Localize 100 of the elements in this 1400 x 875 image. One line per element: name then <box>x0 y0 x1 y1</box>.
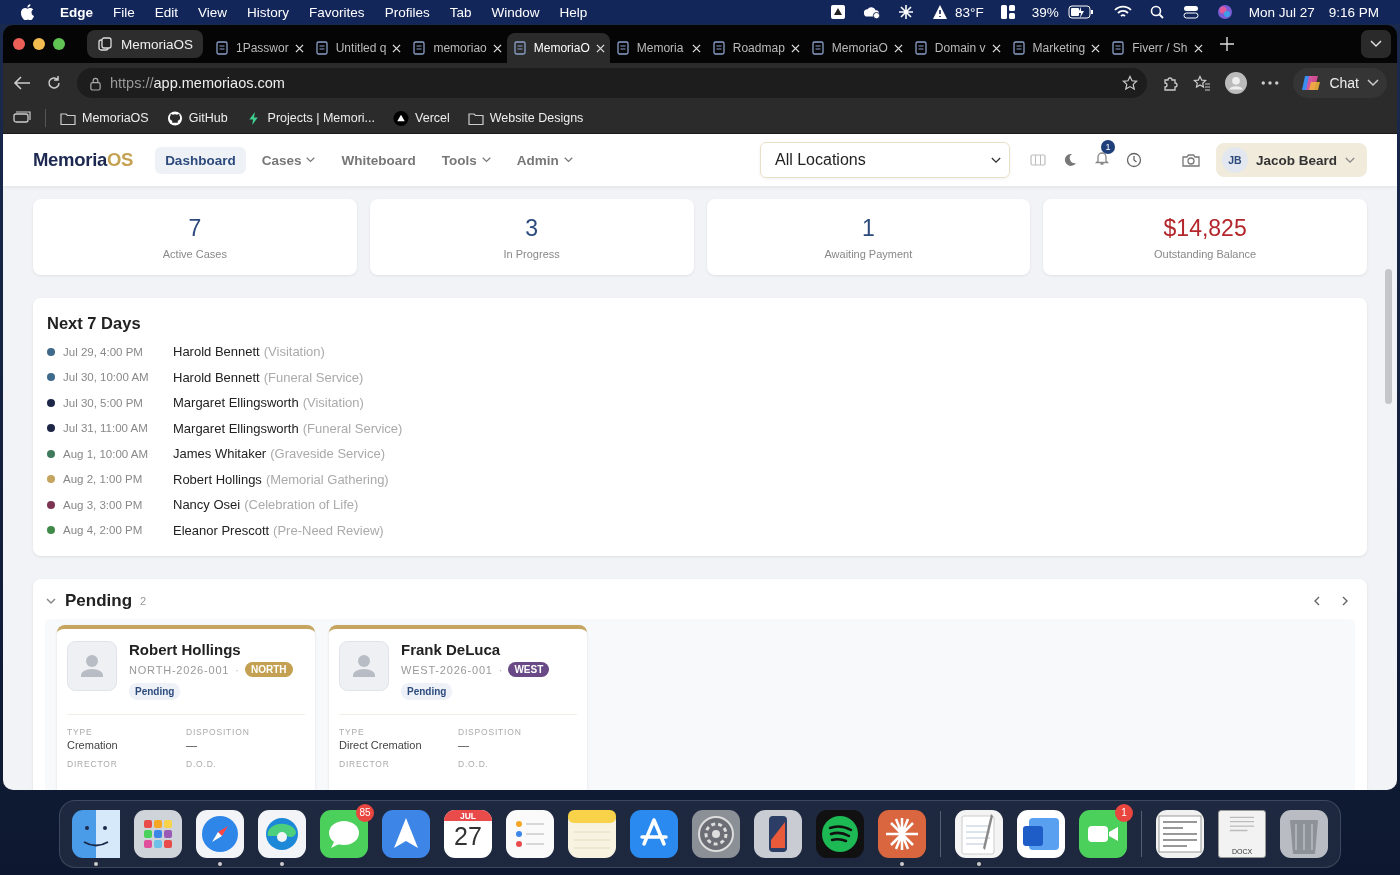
clock-icon[interactable] <box>1125 152 1142 168</box>
event-name[interactable]: Margaret Ellingsworth <box>173 395 299 411</box>
close-icon[interactable] <box>691 43 701 53</box>
nav-tab[interactable]: Whiteboard <box>331 146 426 174</box>
browser-tab[interactable]: Domain v <box>907 33 1006 63</box>
browser-tab[interactable]: Untitled q <box>308 33 407 63</box>
nav-tab[interactable]: Cases <box>251 146 326 174</box>
scrollbar-thumb[interactable] <box>1385 269 1392 404</box>
close-icon[interactable] <box>991 43 1001 53</box>
menu-bar-date[interactable]: Mon Jul 27 <box>1248 4 1315 20</box>
face-icon[interactable] <box>72 810 120 858</box>
previous-icon[interactable] <box>1313 595 1321 607</box>
menu-bar-time[interactable]: 9:16 PM <box>1328 4 1379 20</box>
event-name[interactable]: Harold Bennett <box>173 369 260 385</box>
back-icon[interactable] <box>13 75 31 91</box>
speech-bubble-icon[interactable] <box>320 810 368 858</box>
menu-item[interactable]: History <box>239 4 298 20</box>
menu-item[interactable]: Favorites <box>301 4 373 20</box>
close-icon[interactable] <box>492 43 502 53</box>
location-select[interactable]: All Locations <box>759 142 1010 178</box>
close-icon[interactable] <box>1193 43 1203 53</box>
app-logo[interactable]: MemoriaOS <box>33 149 134 171</box>
browser-tab[interactable]: Fiverr / Sh <box>1105 33 1208 63</box>
address-bar[interactable]: https://app.memoriaos.com <box>77 68 1148 98</box>
browser-tab[interactable]: Roadmap <box>705 33 805 63</box>
menu-item[interactable]: Help <box>551 4 596 20</box>
event-name[interactable]: James Whitaker <box>173 446 267 462</box>
event-name[interactable]: Margaret Ellingsworth <box>173 420 299 436</box>
close-icon[interactable] <box>790 43 800 53</box>
layout-icon[interactable] <box>998 4 1017 20</box>
bookmark[interactable]: Vercel <box>393 110 450 126</box>
browser-tab[interactable]: Memoria <box>609 33 706 63</box>
favorites-icon[interactable] <box>1193 75 1212 91</box>
trash-icon[interactable] <box>1280 810 1328 858</box>
event-name[interactable]: Eleanor Prescott <box>173 522 270 538</box>
pencil-paper-icon[interactable] <box>955 810 1003 858</box>
close-icon[interactable] <box>392 43 402 53</box>
bell-icon[interactable] <box>1093 150 1110 166</box>
event-name[interactable]: Robert Hollings <box>173 471 262 487</box>
case-card[interactable]: Robert Hollings NORTH-2026-001 · NORTH Pending TYPE Cremation DISPOSITION — DIRECTOR D.O.D. <box>57 625 315 790</box>
notepad-icon[interactable] <box>568 810 616 858</box>
calendar-icon[interactable]: JUL 27 <box>444 810 492 858</box>
cloud-icon[interactable] <box>862 4 881 20</box>
toggle-icon[interactable] <box>1181 4 1200 20</box>
close-icon[interactable] <box>294 43 304 53</box>
menu-item[interactable]: Window <box>483 4 548 20</box>
phone-icon[interactable] <box>754 810 802 858</box>
menu-item[interactable]: Profiles <box>376 4 438 20</box>
bookmark[interactable]: GitHub <box>166 110 228 126</box>
star-icon[interactable] <box>1121 75 1140 91</box>
reload-icon[interactable] <box>45 75 63 91</box>
user-menu[interactable]: JB Jacob Beard <box>1215 143 1367 177</box>
bookmark[interactable]: Website Designs <box>467 110 584 126</box>
checklist-icon[interactable] <box>506 810 554 858</box>
browser-tab[interactable]: MemoriaO <box>506 33 610 63</box>
menu-item[interactable]: View <box>190 4 236 20</box>
app-grid-icon[interactable] <box>134 810 182 858</box>
wifi-icon[interactable] <box>1113 4 1132 20</box>
case-card[interactable]: Frank DeLuca WEST-2026-001 · WEST Pending TYPE Direct Cremation DISPOSITION — DIRECTOR D.O.D. <box>329 625 587 790</box>
orb-icon[interactable] <box>1215 4 1234 20</box>
bookmark[interactable]: MemoriaOS <box>60 110 149 126</box>
battery-icon[interactable] <box>1067 5 1094 19</box>
menu-item[interactable]: Tab <box>441 4 480 20</box>
puzzle-icon[interactable] <box>1161 75 1180 91</box>
nav-tab[interactable]: Admin <box>506 146 583 174</box>
menu-item[interactable]: Edge <box>52 4 101 20</box>
compass-icon[interactable] <box>196 810 244 858</box>
apple-icon[interactable] <box>20 4 34 20</box>
video-camera-icon[interactable] <box>1079 810 1127 858</box>
new-tab-icon[interactable] <box>1219 37 1234 51</box>
warning-icon[interactable] <box>930 4 949 20</box>
chevron-icon[interactable] <box>45 595 57 607</box>
menu-item[interactable]: File <box>105 4 143 20</box>
browser-tab[interactable]: Marketing <box>1005 33 1106 63</box>
tabs-icon[interactable] <box>13 110 31 126</box>
tab-list-button[interactable] <box>1361 30 1391 58</box>
menu-item[interactable]: Edit <box>146 4 187 20</box>
paper-plane-icon[interactable] <box>382 810 430 858</box>
sound-waves-icon[interactable] <box>816 810 864 858</box>
camera-icon[interactable] <box>1181 152 1200 168</box>
close-icon[interactable] <box>893 43 903 53</box>
close-icon[interactable] <box>1091 43 1101 53</box>
workspace-button[interactable]: MemoriaOS <box>87 30 203 58</box>
swirl-icon[interactable] <box>258 810 306 858</box>
window-controls-drawing[interactable] <box>13 38 67 50</box>
drive-icon[interactable] <box>828 4 847 20</box>
browser-tab[interactable]: MemoriaO <box>804 33 908 63</box>
event-name[interactable]: Nancy Osei <box>173 497 241 513</box>
browser-tab[interactable]: 1Passwor <box>209 33 309 63</box>
browser-tab[interactable]: memoriao <box>406 33 507 63</box>
chat-button[interactable]: Chat <box>1293 68 1387 98</box>
bookmark[interactable]: Projects | Memori... <box>245 110 376 126</box>
nav-tab[interactable]: Dashboard <box>155 146 246 174</box>
gear-icon[interactable] <box>692 810 740 858</box>
starburst-icon[interactable] <box>896 4 915 20</box>
nav-tab[interactable]: Tools <box>431 146 501 174</box>
event-name[interactable]: Harold Bennett <box>173 344 260 360</box>
starburst-icon[interactable] <box>878 810 926 858</box>
document-thumbnail-icon[interactable] <box>1156 810 1204 858</box>
next-icon[interactable] <box>1341 595 1349 607</box>
